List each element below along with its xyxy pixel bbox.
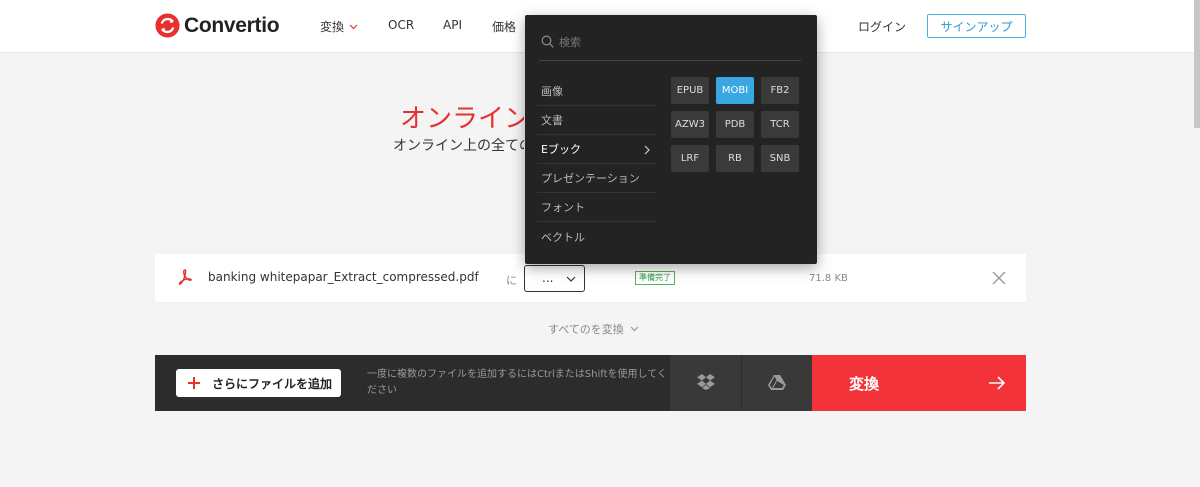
category-label: プレゼンテーション <box>541 172 640 185</box>
login-link[interactable]: ログイン <box>858 18 906 35</box>
category-vector[interactable]: ベクトル <box>537 222 656 251</box>
plus-icon <box>188 377 200 389</box>
action-bar: さらにファイルを追加 一度に複数のファイルを追加するにはCtrlまたはShift… <box>155 355 1026 411</box>
category-label: ベクトル <box>541 230 585 244</box>
category-font[interactable]: フォント <box>537 193 656 222</box>
page-scrollbar[interactable] <box>1194 0 1200 487</box>
chevron-down-icon <box>349 24 358 29</box>
scrollbar-thumb[interactable] <box>1194 0 1200 128</box>
file-name: banking whitepapar_Extract_compressed.pd… <box>208 270 479 284</box>
category-document[interactable]: 文書 <box>537 106 656 135</box>
category-label: フォント <box>541 201 585 214</box>
nav-ocr[interactable]: OCR <box>388 18 414 32</box>
category-label: 画像 <box>541 85 563 98</box>
format-option-epub[interactable]: EPUB <box>671 77 709 104</box>
add-files-button[interactable]: さらにファイルを追加 <box>176 369 341 397</box>
format-search-input[interactable] <box>559 31 789 53</box>
category-image[interactable]: 画像 <box>537 77 656 106</box>
format-option-fb2[interactable]: FB2 <box>761 77 799 104</box>
search-icon <box>541 35 554 48</box>
convert-all-toggle[interactable]: すべてのを変換 <box>548 321 639 337</box>
to-label: に <box>506 274 517 287</box>
status-badge: 準備完了 <box>635 271 675 285</box>
nav-ocr-label: OCR <box>388 18 415 32</box>
format-option-rb[interactable]: RB <box>716 145 754 172</box>
nav-convert-label: 変換 <box>320 20 345 34</box>
close-icon[interactable] <box>992 271 1006 285</box>
file-size: 71.8 KB <box>809 273 848 284</box>
signup-button[interactable]: サインアップ <box>927 14 1026 38</box>
page-title: オンラインファイル変換ツール <box>400 104 524 134</box>
category-label: 文書 <box>541 114 563 127</box>
logo-text: Convertio <box>184 13 280 37</box>
category-label: Eブック <box>541 143 581 156</box>
multi-file-hint: 一度に複数のファイルを追加するにはCtrlまたはShiftを使用してください <box>367 369 667 396</box>
format-option-tcr[interactable]: TCR <box>761 111 799 138</box>
format-option-lrf[interactable]: LRF <box>671 145 709 172</box>
page-subtitle: オンライン上の全てのファイルを変換 <box>393 138 524 154</box>
arrow-right-icon <box>989 376 1006 390</box>
format-option-snb[interactable]: SNB <box>761 145 799 172</box>
format-search <box>539 31 801 61</box>
convertio-logo-icon <box>155 13 180 38</box>
category-presentation[interactable]: プレゼンテーション <box>537 164 656 193</box>
cloud-sources <box>670 355 812 411</box>
format-grid: EPUB MOBI FB2 AZW3 PDB TCR LRF RB SNB <box>671 77 803 172</box>
convertio-logo[interactable]: Convertio <box>155 13 280 38</box>
pdf-icon <box>178 269 192 285</box>
nav-convert[interactable]: 変換 <box>320 18 358 35</box>
convert-all-label: すべてのを変換 <box>548 323 624 336</box>
chevron-right-icon <box>644 145 650 155</box>
format-select-value: ... <box>542 271 554 285</box>
nav-api[interactable]: API <box>443 18 462 32</box>
format-dropdown: 画像 文書 Eブック プレゼンテーション フォント ベクトル EPUB MOBI… <box>525 15 817 264</box>
google-drive-icon[interactable] <box>768 375 786 390</box>
nav-pricing[interactable]: 価格 <box>492 18 516 35</box>
add-files-label: さらにファイルを追加 <box>212 376 333 391</box>
category-ebook[interactable]: Eブック <box>537 135 656 164</box>
format-option-pdb[interactable]: PDB <box>716 111 754 138</box>
category-list: 画像 文書 Eブック プレゼンテーション フォント ベクトル <box>537 77 656 251</box>
chevron-down-icon <box>566 276 576 282</box>
dropbox-icon[interactable] <box>697 374 715 390</box>
format-select[interactable]: ... <box>524 265 585 292</box>
chevron-down-icon <box>630 326 639 332</box>
convert-button-label: 変換 <box>849 375 880 393</box>
nav-api-label: API <box>443 18 462 32</box>
cloud-divider <box>741 355 742 411</box>
convert-button[interactable]: 変換 <box>812 355 1026 411</box>
format-option-azw3[interactable]: AZW3 <box>671 111 709 138</box>
format-option-mobi[interactable]: MOBI <box>716 77 754 104</box>
nav-pricing-label: 価格 <box>492 20 517 34</box>
